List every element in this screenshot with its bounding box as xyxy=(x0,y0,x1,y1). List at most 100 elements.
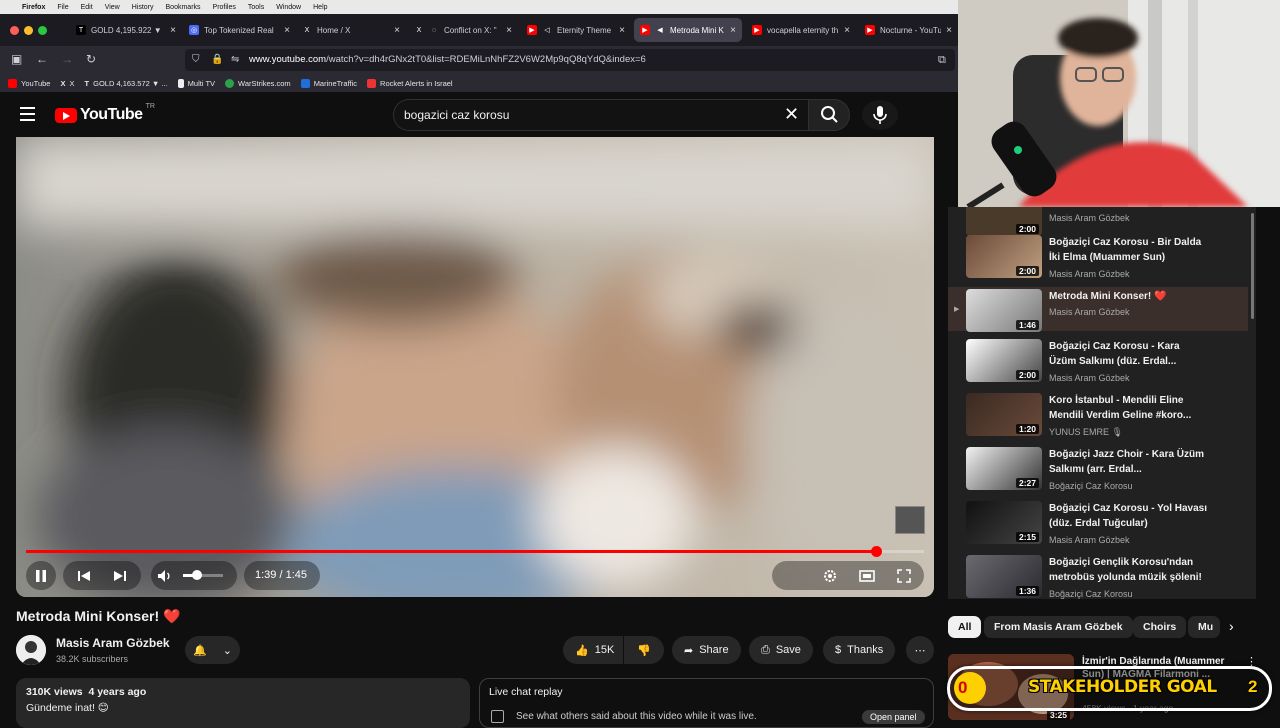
bookmark-gold[interactable]: T GOLD 4,163.572 ▼ ... xyxy=(85,79,168,88)
playlist-item[interactable]: 2:15 Boğaziçi Caz Korosu - Yol Havası (d… xyxy=(948,499,1248,551)
back-arrow-icon[interactable]: ← xyxy=(36,52,48,66)
zoom-window-button[interactable] xyxy=(38,26,47,35)
dislike-button[interactable]: 👎 xyxy=(624,636,664,664)
globe-icon xyxy=(225,78,235,88)
browser-tab[interactable]: ◎ Top Tokenized Real × xyxy=(183,18,296,42)
browser-tab[interactable]: ▶ Nocturne - YouTube × xyxy=(859,18,958,42)
voice-search-button[interactable] xyxy=(862,100,898,130)
progress-scrubber[interactable] xyxy=(871,546,882,557)
chevron-right-icon[interactable]: › xyxy=(1229,618,1234,634)
speaker-muted-icon[interactable]: ◁ xyxy=(542,25,552,35)
forward-arrow-icon[interactable]: → xyxy=(61,52,73,66)
close-window-button[interactable] xyxy=(10,26,19,35)
playlist-item[interactable]: 2:00 Boğaziçi Caz Korosu - Bir Dalda İki… xyxy=(948,233,1248,285)
menubar-tools[interactable]: Tools xyxy=(248,4,264,11)
playlist-item[interactable]: 1:36 Boğaziçi Gençlik Korosu'ndan metrob… xyxy=(948,553,1248,599)
bookmark-label: GOLD 4,163.572 ▼ ... xyxy=(93,78,168,88)
more-actions-button[interactable]: ⋯ xyxy=(906,636,934,664)
video-player[interactable] xyxy=(16,137,934,597)
close-tab-icon[interactable]: × xyxy=(394,25,400,36)
close-tab-icon[interactable]: × xyxy=(730,25,736,36)
sidebar-toggle-icon[interactable]: ▣ xyxy=(11,52,22,66)
subtitles-button[interactable]: ▭ xyxy=(782,566,802,586)
menubar-edit[interactable]: Edit xyxy=(81,4,93,11)
shield-icon[interactable]: ⛉ xyxy=(192,54,200,65)
bookmark-youtube[interactable]: YouTube xyxy=(8,78,50,88)
chip-more[interactable]: Mu xyxy=(1188,616,1220,638)
browser-tab[interactable]: T GOLD 4,195.922 ▼ × xyxy=(70,18,182,42)
close-tab-icon[interactable]: × xyxy=(844,25,850,36)
bookmark-multitv[interactable]: Multi TV xyxy=(177,78,215,88)
menubar-window[interactable]: Window xyxy=(276,4,301,11)
live-chat-title: Live chat replay xyxy=(489,686,563,698)
menubar-profiles[interactable]: Profiles xyxy=(213,4,236,11)
playlist-item[interactable]: 1:20 Koro İstanbul - Mendili Eline Mendi… xyxy=(948,391,1248,443)
menubar-view[interactable]: View xyxy=(105,4,120,11)
minimize-window-button[interactable] xyxy=(24,26,33,35)
browser-tab[interactable]: ▶ ◁ Eternity Theme × xyxy=(521,18,631,42)
share-button[interactable]: ➦ Share xyxy=(672,636,741,664)
bookmark-label: WarStrikes.com xyxy=(238,78,291,88)
previous-button[interactable] xyxy=(74,566,94,586)
close-tab-icon[interactable]: × xyxy=(506,25,512,36)
close-tab-icon[interactable]: × xyxy=(284,25,290,36)
bookmark-rocket-alerts[interactable]: Rocket Alerts in Israel xyxy=(367,78,453,88)
chip-all[interactable]: All xyxy=(948,616,982,638)
url-host: www.youtube.com xyxy=(249,54,327,65)
chip-choirs[interactable]: Choirs xyxy=(1133,616,1187,638)
lock-icon[interactable]: 🔒 xyxy=(211,54,223,65)
picture-in-picture-icon[interactable]: ⧉ xyxy=(938,54,946,67)
clear-search-icon[interactable]: ✕ xyxy=(784,104,799,125)
menubar-app-name[interactable]: Firefox xyxy=(22,4,45,11)
browser-tab[interactable]: X Home / X × xyxy=(296,18,406,42)
volume-slider-handle[interactable] xyxy=(192,570,202,580)
close-tab-icon[interactable]: × xyxy=(619,25,625,36)
reload-icon[interactable]: ↻ xyxy=(86,52,96,66)
bookmark-x[interactable]: XX xyxy=(60,79,74,88)
video-end-thumbnail[interactable] xyxy=(895,506,925,534)
search-button[interactable] xyxy=(808,99,850,131)
fullscreen-button[interactable] xyxy=(894,566,914,586)
search-input-value[interactable]: bogazici caz korosu xyxy=(404,108,509,122)
menubar-file[interactable]: File xyxy=(57,4,68,11)
settings-button[interactable] xyxy=(820,566,840,586)
browser-tab[interactable]: ▶ vocapella eternity th × xyxy=(746,18,856,42)
close-tab-icon[interactable]: × xyxy=(170,25,176,36)
now-playing-icon: ▶ xyxy=(954,306,960,313)
pause-button[interactable] xyxy=(31,566,51,586)
open-panel-button[interactable]: Open panel xyxy=(862,710,925,724)
menubar-history[interactable]: History xyxy=(132,4,154,11)
channel-avatar[interactable] xyxy=(16,635,46,665)
playlist-scrollbar[interactable] xyxy=(1251,213,1254,319)
menubar-bookmarks[interactable]: Bookmarks xyxy=(166,4,201,11)
chevron-down-icon: ⌄ xyxy=(222,644,232,657)
progress-bar[interactable] xyxy=(26,550,924,553)
like-button[interactable]: 👍 15K xyxy=(563,636,623,664)
playlist-item[interactable]: 2:00 Boğaziçi Caz Korosu - Kara Üzüm Sal… xyxy=(948,337,1248,389)
browser-tab-active[interactable]: ▶ ◀ Metroda Mini K × xyxy=(634,18,742,42)
channel-name[interactable]: Masis Aram Gözbek xyxy=(56,636,170,650)
playlist-item-current[interactable]: ▶ 1:46 Metroda Mini Konser! ❤️ Masis Ara… xyxy=(948,287,1248,332)
address-url[interactable]: www.youtube.com/watch?v=dh4rGNx2tT0&list… xyxy=(249,54,646,65)
close-tab-icon[interactable]: × xyxy=(946,25,952,36)
macos-menubar: Firefox File Edit View History Bookmarks… xyxy=(0,0,958,14)
speaker-playing-icon[interactable]: ◀ xyxy=(655,25,665,35)
save-button[interactable]: ⎙ Save xyxy=(749,636,813,664)
theater-mode-button[interactable] xyxy=(857,566,877,586)
bookmark-marinetraffic[interactable]: MarineTraffic xyxy=(300,78,357,88)
notification-bell-button[interactable]: 🔔 ⌄ xyxy=(185,636,240,664)
menubar-help[interactable]: Help xyxy=(313,4,327,11)
url-path: /watch?v=dh4rGNx2tT0&list=RDEMiLnNhFZ2V6… xyxy=(326,54,646,65)
hamburger-menu-icon[interactable] xyxy=(20,107,35,121)
chip-from-channel[interactable]: From Masis Aram Gözbek xyxy=(984,616,1133,638)
volume-slider[interactable] xyxy=(183,574,223,577)
playlist-item[interactable]: 2:27 Boğaziçi Jazz Choir - Kara Üzüm Sal… xyxy=(948,445,1248,497)
youtube-logo[interactable]: YouTube TR xyxy=(55,103,155,124)
bookmark-warstrikes[interactable]: WarStrikes.com xyxy=(225,78,291,88)
permissions-icon[interactable]: ⇋ xyxy=(231,54,239,65)
webcam-image xyxy=(958,0,1280,207)
browser-tab[interactable]: X ◌ Conflict on X: " × xyxy=(408,18,518,42)
mute-button[interactable] xyxy=(155,566,175,586)
next-button[interactable] xyxy=(110,566,130,586)
thanks-button[interactable]: $ Thanks xyxy=(823,636,896,664)
